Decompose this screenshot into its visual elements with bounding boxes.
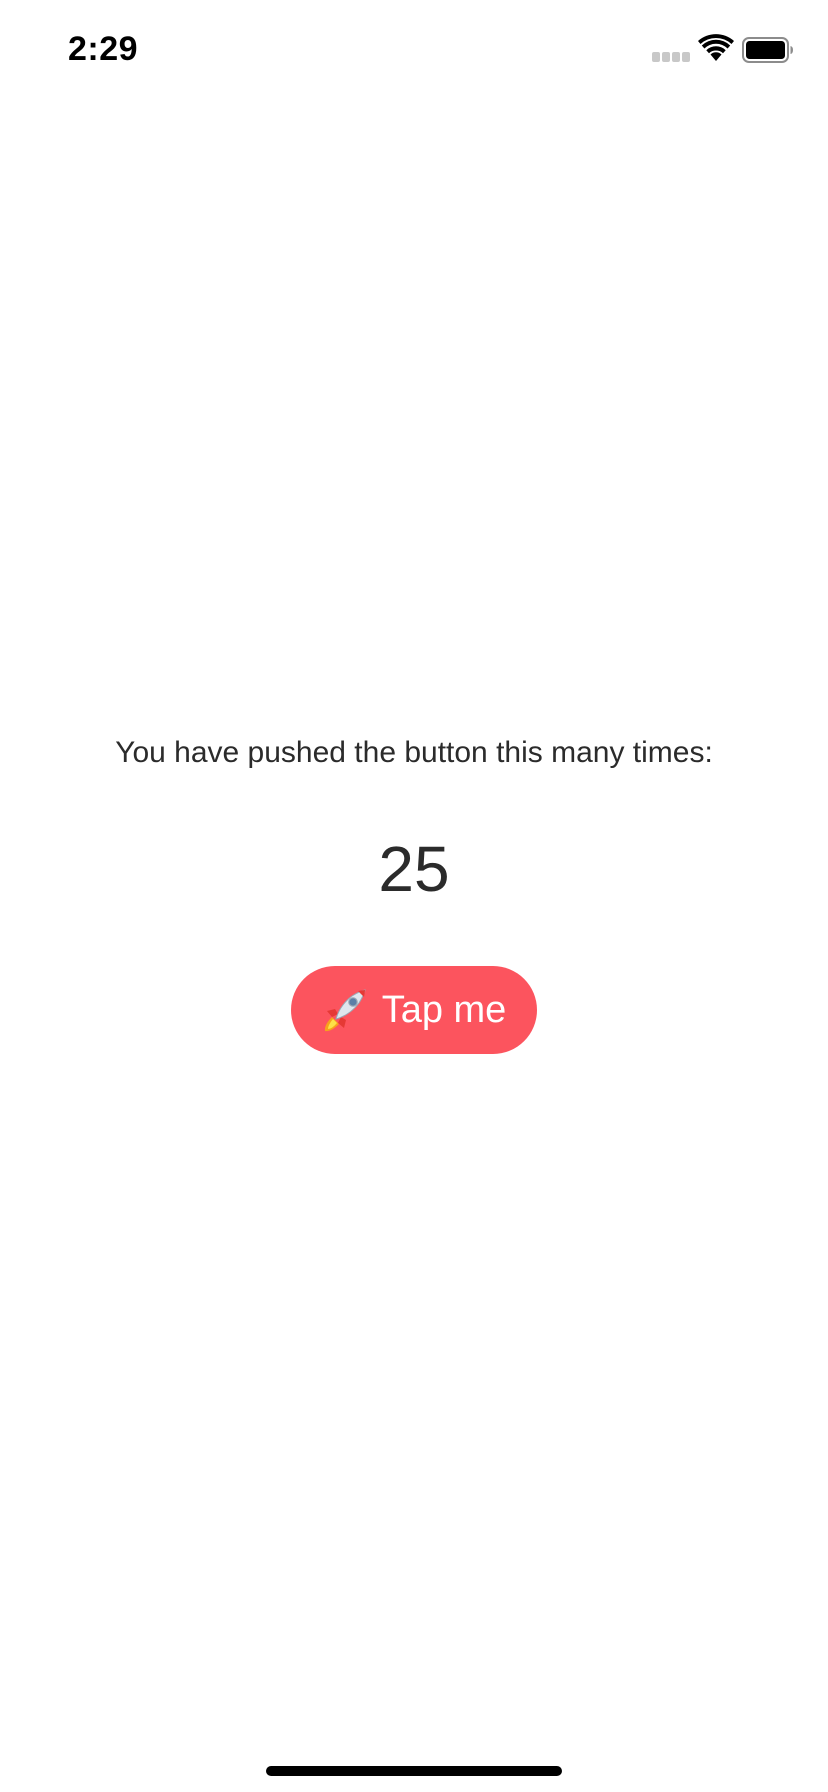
cellular-signal-icon xyxy=(652,52,692,62)
tap-me-label: Tap me xyxy=(381,988,507,1031)
status-time: 2:29 xyxy=(68,30,139,68)
home-indicator[interactable] xyxy=(266,1766,562,1776)
status-bar: 2:29 xyxy=(0,0,828,100)
battery-icon xyxy=(742,37,793,63)
counter-value: 25 xyxy=(378,833,450,905)
rocket-icon xyxy=(324,989,366,1032)
counter-message: You have pushed the button this many tim… xyxy=(115,736,713,769)
wifi-icon xyxy=(698,34,734,61)
tap-me-button[interactable]: Tap me xyxy=(291,966,537,1054)
